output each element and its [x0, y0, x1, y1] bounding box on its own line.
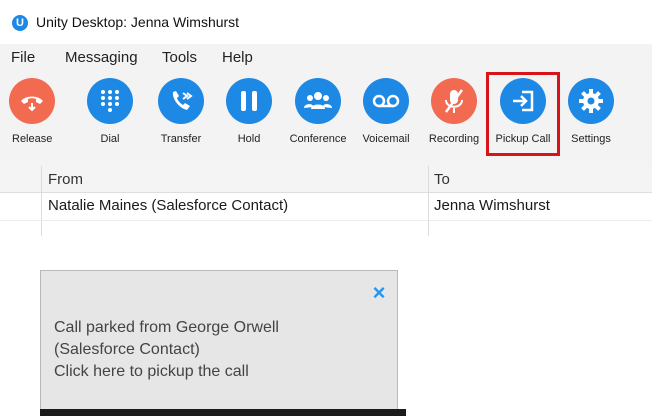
menu-messaging[interactable]: Messaging: [65, 49, 138, 66]
column-divider: [428, 166, 429, 236]
column-divider: [41, 166, 42, 236]
voicemail-icon: [363, 78, 409, 124]
cell-to: Jenna Wimshurst: [434, 197, 550, 214]
menu-file[interactable]: File: [11, 49, 35, 66]
pickup-call-highlight: [486, 72, 560, 156]
taskbar-edge: [40, 409, 406, 416]
settings-label: Settings: [571, 133, 611, 145]
release-label: Release: [12, 133, 53, 145]
cell-from: Natalie Maines (Salesforce Contact): [48, 197, 289, 214]
recording-label: Recording: [428, 133, 480, 145]
conference-button[interactable]: Conference: [288, 70, 348, 166]
dialpad-icon: [87, 78, 133, 124]
window-title: Unity Desktop: Jenna Wimshurst: [36, 14, 240, 30]
calls-table-header: From To: [0, 166, 652, 193]
notification-line: Click here to pickup the call: [54, 363, 249, 380]
recording-button[interactable]: Recording: [427, 70, 481, 166]
app-window: U Unity Desktop: Jenna Wimshurst File Me…: [0, 0, 652, 236]
menu-help[interactable]: Help: [222, 49, 253, 66]
transfer-button[interactable]: Transfer: [157, 70, 205, 166]
menu-tools[interactable]: Tools: [162, 49, 197, 66]
close-icon[interactable]: ×: [371, 282, 387, 304]
group-icon: [295, 78, 341, 124]
row-divider: [0, 220, 652, 221]
release-button[interactable]: Release: [9, 70, 55, 166]
hold-label: Hold: [237, 133, 261, 145]
transfer-icon: [158, 78, 204, 124]
transfer-label: Transfer: [160, 133, 202, 145]
parked-call-notification[interactable]: × Call parked from George Orwell (Salesf…: [40, 270, 398, 410]
calls-table: From To Natalie Maines (Salesforce Conta…: [0, 166, 652, 236]
notification-line: (Salesforce Contact): [54, 341, 200, 358]
gear-icon: [568, 78, 614, 124]
mic-off-icon: [431, 78, 477, 124]
voicemail-button[interactable]: Voicemail: [360, 70, 412, 166]
dial-button[interactable]: Dial: [87, 70, 133, 166]
release-icon: [9, 78, 55, 124]
title-bar: U Unity Desktop: Jenna Wimshurst: [0, 0, 652, 44]
menu-bar: File Messaging Tools Help: [0, 44, 652, 70]
column-header-to[interactable]: To: [434, 171, 450, 188]
notification-message[interactable]: Call parked from George Orwell (Salesfor…: [54, 317, 279, 383]
dial-label: Dial: [100, 133, 120, 145]
hold-button[interactable]: Hold: [226, 70, 272, 166]
column-header-from[interactable]: From: [48, 171, 83, 188]
pause-icon: [226, 78, 272, 124]
voicemail-label: Voicemail: [362, 133, 410, 145]
conference-label: Conference: [289, 133, 347, 145]
notification-line: Call parked from George Orwell: [54, 319, 279, 336]
app-logo-icon: U: [12, 15, 28, 31]
settings-button[interactable]: Settings: [566, 70, 616, 166]
